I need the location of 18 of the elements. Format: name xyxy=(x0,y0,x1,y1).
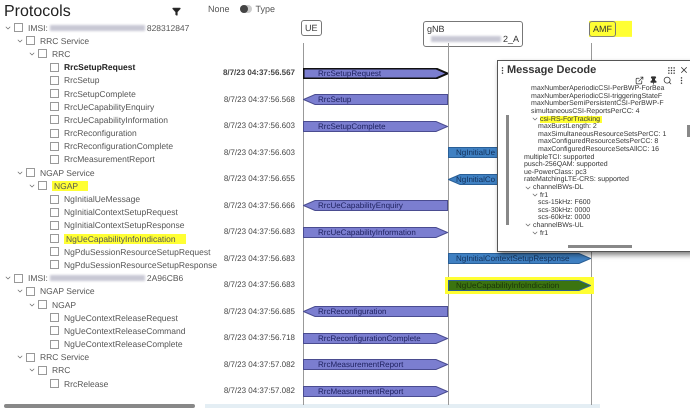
timestamp: 8/7/23 04:37:56.603 xyxy=(222,148,296,157)
toggle-label: Type xyxy=(256,4,276,14)
timestamp: 8/7/23 04:37:56.655 xyxy=(222,174,296,184)
timestamp: 8/7/23 04:37:56.567 xyxy=(222,68,296,78)
panel-title: Protocols xyxy=(4,2,71,20)
timestamp: 8/7/23 04:37:56.683 xyxy=(222,227,296,236)
timestamp: 8/7/23 04:37:56.603 xyxy=(222,121,296,130)
timestamp: 8/7/23 04:37:56.683 xyxy=(222,280,296,290)
timestamp: 8/7/23 04:37:56.666 xyxy=(222,200,296,210)
timestamp: 8/7/23 04:37:56.718 xyxy=(222,333,296,342)
timestamp: 8/7/23 04:37:57.082 xyxy=(222,360,296,369)
imsi-suffix: 828312847 xyxy=(146,22,190,33)
timestamp: 8/7/23 04:37:57.082 xyxy=(222,386,296,396)
imsi-suffix: 2A96CB6 xyxy=(146,273,184,284)
timestamp: 8/7/23 04:37:56.683 xyxy=(222,254,296,263)
panel-title: Message Decode xyxy=(507,64,598,76)
timestamp: 8/7/23 04:37:56.685 xyxy=(222,306,296,316)
timestamp: 8/7/23 04:37:56.568 xyxy=(222,94,296,104)
